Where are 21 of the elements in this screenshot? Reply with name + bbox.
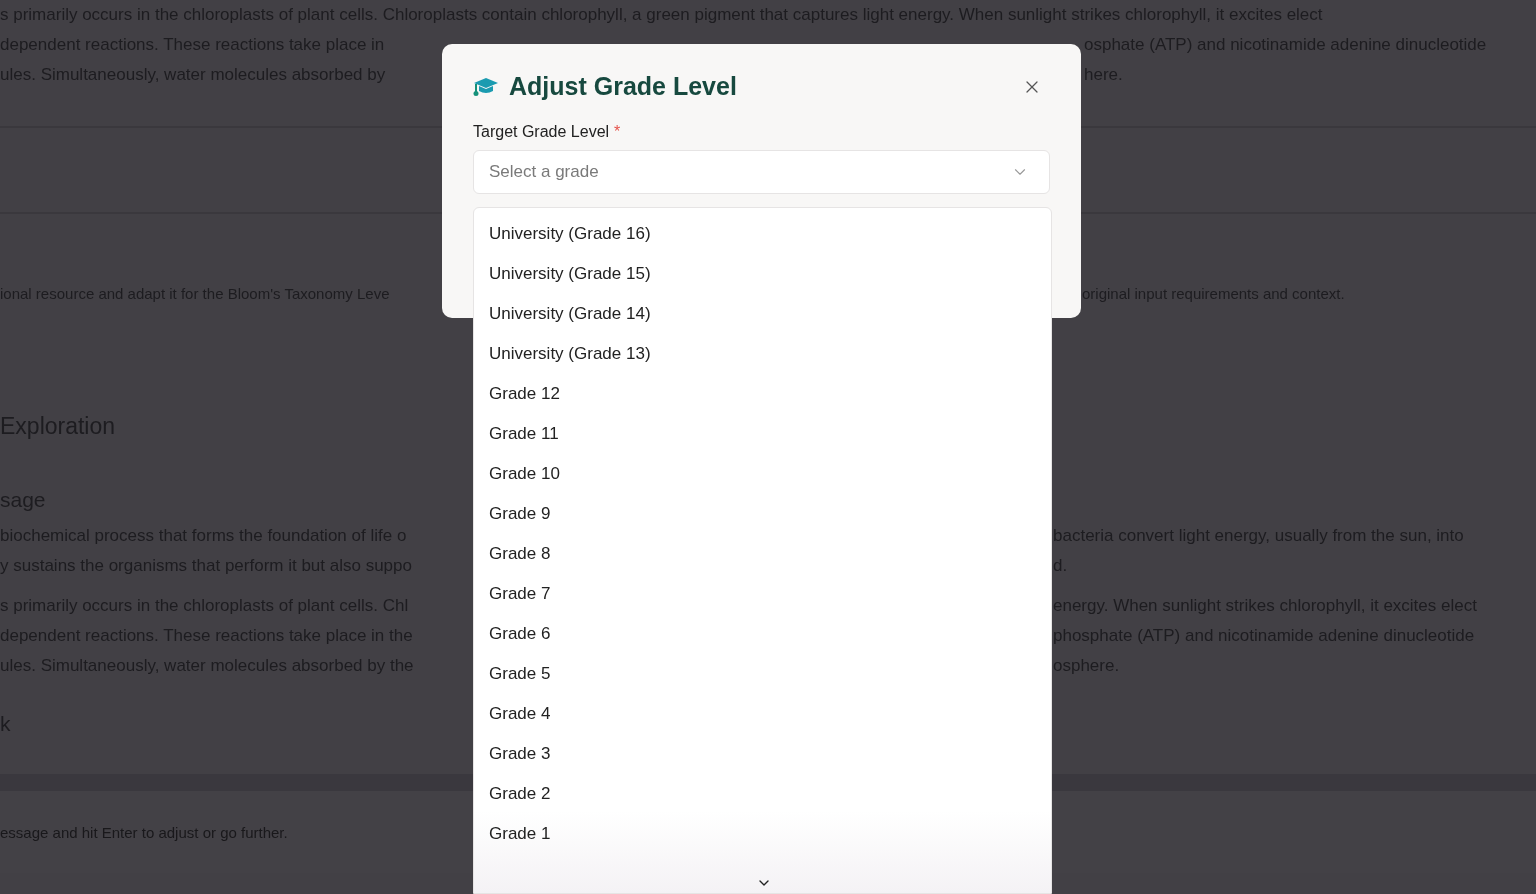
required-mark: * xyxy=(614,123,621,141)
dropdown-option[interactable]: Grade 11 xyxy=(474,414,1051,454)
dropdown-option[interactable]: University (Grade 13) xyxy=(474,334,1051,374)
dropdown-option[interactable]: Grade 7 xyxy=(474,574,1051,614)
dialog-title: Adjust Grade Level xyxy=(509,72,737,101)
dropdown-option[interactable]: Grade 5 xyxy=(474,654,1051,694)
dropdown-option[interactable]: Grade 6 xyxy=(474,614,1051,654)
dropdown-option[interactable]: Grade 2 xyxy=(474,774,1051,814)
dropdown-option[interactable]: University (Grade 16) xyxy=(474,214,1051,254)
grade-select[interactable]: Select a grade xyxy=(473,150,1050,194)
graduation-cap-icon xyxy=(473,75,499,98)
dropdown-option[interactable]: Grade 4 xyxy=(474,694,1051,734)
dropdown-option[interactable]: University (Grade 15) xyxy=(474,254,1051,294)
dropdown-option[interactable]: Grade 10 xyxy=(474,454,1051,494)
dropdown-option[interactable]: Grade 3 xyxy=(474,734,1051,774)
dropdown-option[interactable]: Grade 8 xyxy=(474,534,1051,574)
dropdown-option[interactable]: Grade 12 xyxy=(474,374,1051,414)
dropdown-option[interactable]: University (Grade 14) xyxy=(474,294,1051,334)
dropdown-option[interactable]: Grade 9 xyxy=(474,494,1051,534)
dropdown-option[interactable]: Grade 1 xyxy=(474,814,1051,854)
field-label: Target Grade Level xyxy=(473,123,610,141)
